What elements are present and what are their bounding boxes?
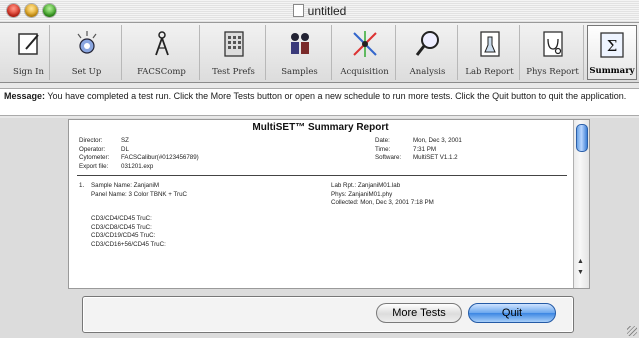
toolbar-facscomp[interactable]: FACSComp: [124, 25, 200, 80]
scroll-down-icon[interactable]: ▼: [577, 269, 584, 276]
field-key: Software:: [375, 154, 402, 161]
toolbar-lab-report-label: Lab Report: [465, 67, 514, 77]
toolbar-test-prefs-label: Test Prefs: [212, 67, 255, 77]
summary-report: MultiSET™ Summary Report Director: SZ Ope…: [69, 120, 572, 288]
toolbar-samples-label: Samples: [281, 67, 318, 77]
sample-name: Sample Name: ZanjaniM: [91, 182, 160, 189]
field-value: 7:31 PM: [413, 145, 437, 153]
report-divider: [77, 175, 567, 176]
scroll-up-icon[interactable]: ▲: [577, 258, 584, 265]
window-title: untitled: [0, 4, 639, 18]
report-scrollbar[interactable]: ▲ ▼: [573, 120, 589, 288]
toolbar-analysis-label: Analysis: [409, 67, 446, 77]
field-key: Director:: [79, 137, 103, 144]
acquisition-icon: [352, 31, 377, 57]
field-value: FACSCalibur(#0123456789): [121, 154, 199, 161]
field-value: DL: [121, 145, 129, 153]
quit-button[interactable]: Quit: [468, 303, 556, 323]
document-icon: [292, 4, 304, 17]
app-window: untitled Sign In Set Up FACSComp Test Pr…: [0, 0, 639, 338]
sign-in-icon: [17, 33, 39, 55]
title-bar[interactable]: untitled: [0, 0, 639, 23]
report-view[interactable]: MultiSET™ Summary Report Director: SZ Ope…: [68, 119, 590, 289]
toolbar-analysis[interactable]: Analysis: [398, 25, 458, 80]
field-key: Operator:: [79, 145, 106, 153]
toolbar-summary[interactable]: Σ Summary: [587, 25, 637, 80]
content-area: MultiSET™ Summary Report Director: SZ Ope…: [0, 118, 639, 338]
toolbar-set-up[interactable]: Set Up: [52, 25, 122, 80]
window-title-text: untitled: [307, 4, 347, 18]
tube-item: CD3/CD16+56/CD45 TruC:: [91, 240, 166, 248]
samples-icon: [290, 33, 309, 54]
report-right-fields: Date: Mon, Dec 3, 2001 Time: 7:31 PM Softw…: [375, 137, 462, 163]
tube-list: CD3/CD4/CD45 TruC: CD3/CD8/CD45 TruC: CD…: [91, 215, 166, 249]
phys-report-icon: [542, 31, 563, 57]
field-key: Date:: [375, 137, 390, 144]
message-body: You have completed a test run. Click the…: [47, 91, 627, 101]
collected-date: Collected: Mon, Dec 3, 2001 7:18 PM: [331, 199, 434, 206]
phys-file: Phys: ZanjaniM01.phy: [331, 190, 393, 198]
scroll-thumb[interactable]: [576, 124, 588, 152]
lab-report-icon: [479, 31, 500, 57]
message-label: Message:: [4, 91, 46, 101]
lab-rpt: Lab Rpt.: ZanjaniM01.lab: [331, 182, 401, 189]
report-title: MultiSET™ Summary Report: [252, 122, 389, 133]
svg-text:Σ: Σ: [607, 37, 618, 55]
facscomp-icon: [154, 31, 169, 56]
field-key: Cytometer:: [79, 154, 110, 161]
field-value: 031201.exp: [121, 162, 154, 170]
button-panel: More Tests Quit: [82, 296, 574, 333]
toolbar-acquisition[interactable]: Acquisition: [334, 25, 396, 80]
message-bar: Message: You have completed a test run. …: [0, 88, 639, 116]
toolbar-acquisition-label: Acquisition: [340, 67, 389, 77]
field-value: SZ: [121, 137, 129, 144]
test-prefs-icon: [223, 31, 244, 57]
toolbar-summary-label: Summary: [589, 66, 635, 76]
analysis-icon: [415, 31, 439, 56]
tube-item: CD3/CD19/CD45 TruC:: [91, 232, 156, 239]
tube-item: CD3/CD8/CD45 TruC:: [91, 223, 152, 231]
report-left-fields: Director: SZ Operator: DL Cytometer: FACSCa…: [79, 137, 199, 171]
toolbar-samples[interactable]: Samples: [268, 25, 332, 80]
toolbar-sign-in[interactable]: Sign In: [8, 25, 50, 80]
toolbar-test-prefs[interactable]: Test Prefs: [202, 25, 266, 80]
toolbar-lab-report[interactable]: Lab Report: [460, 25, 520, 80]
field-key: Time:: [375, 145, 391, 153]
resize-grip-icon[interactable]: [627, 326, 637, 336]
toolbar-phys-report-label: Phys Report: [526, 67, 579, 77]
toolbar-phys-report[interactable]: Phys Report: [522, 25, 584, 80]
field-value: Mon, Dec 3, 2001: [413, 137, 462, 144]
toolbar-sign-in-label: Sign In: [13, 67, 44, 77]
toolbar-facscomp-label: FACSComp: [137, 67, 186, 77]
toolbar: Sign In Set Up FACSComp Test Prefs Sampl…: [0, 23, 639, 83]
summary-icon: Σ: [600, 32, 624, 58]
panel-name: Panel Name: 3 Color TBNK + TruC: [91, 190, 188, 198]
field-value: MultiSET V1.1.2: [413, 154, 458, 161]
setup-icon: [77, 31, 96, 54]
tube-item: CD3/CD4/CD45 TruC:: [91, 215, 152, 222]
sample-files: Lab Rpt.: ZanjaniM01.lab Phys: ZanjaniM0…: [331, 182, 434, 208]
more-tests-button[interactable]: More Tests: [376, 303, 462, 323]
sample-info: Sample Name: ZanjaniM Panel Name: 3 Colo…: [91, 182, 187, 199]
field-key: Export file:: [79, 162, 109, 170]
message-text: Message: You have completed a test run. …: [4, 91, 636, 102]
toolbar-set-up-label: Set Up: [71, 67, 102, 77]
sample-number: 1.: [79, 182, 85, 189]
